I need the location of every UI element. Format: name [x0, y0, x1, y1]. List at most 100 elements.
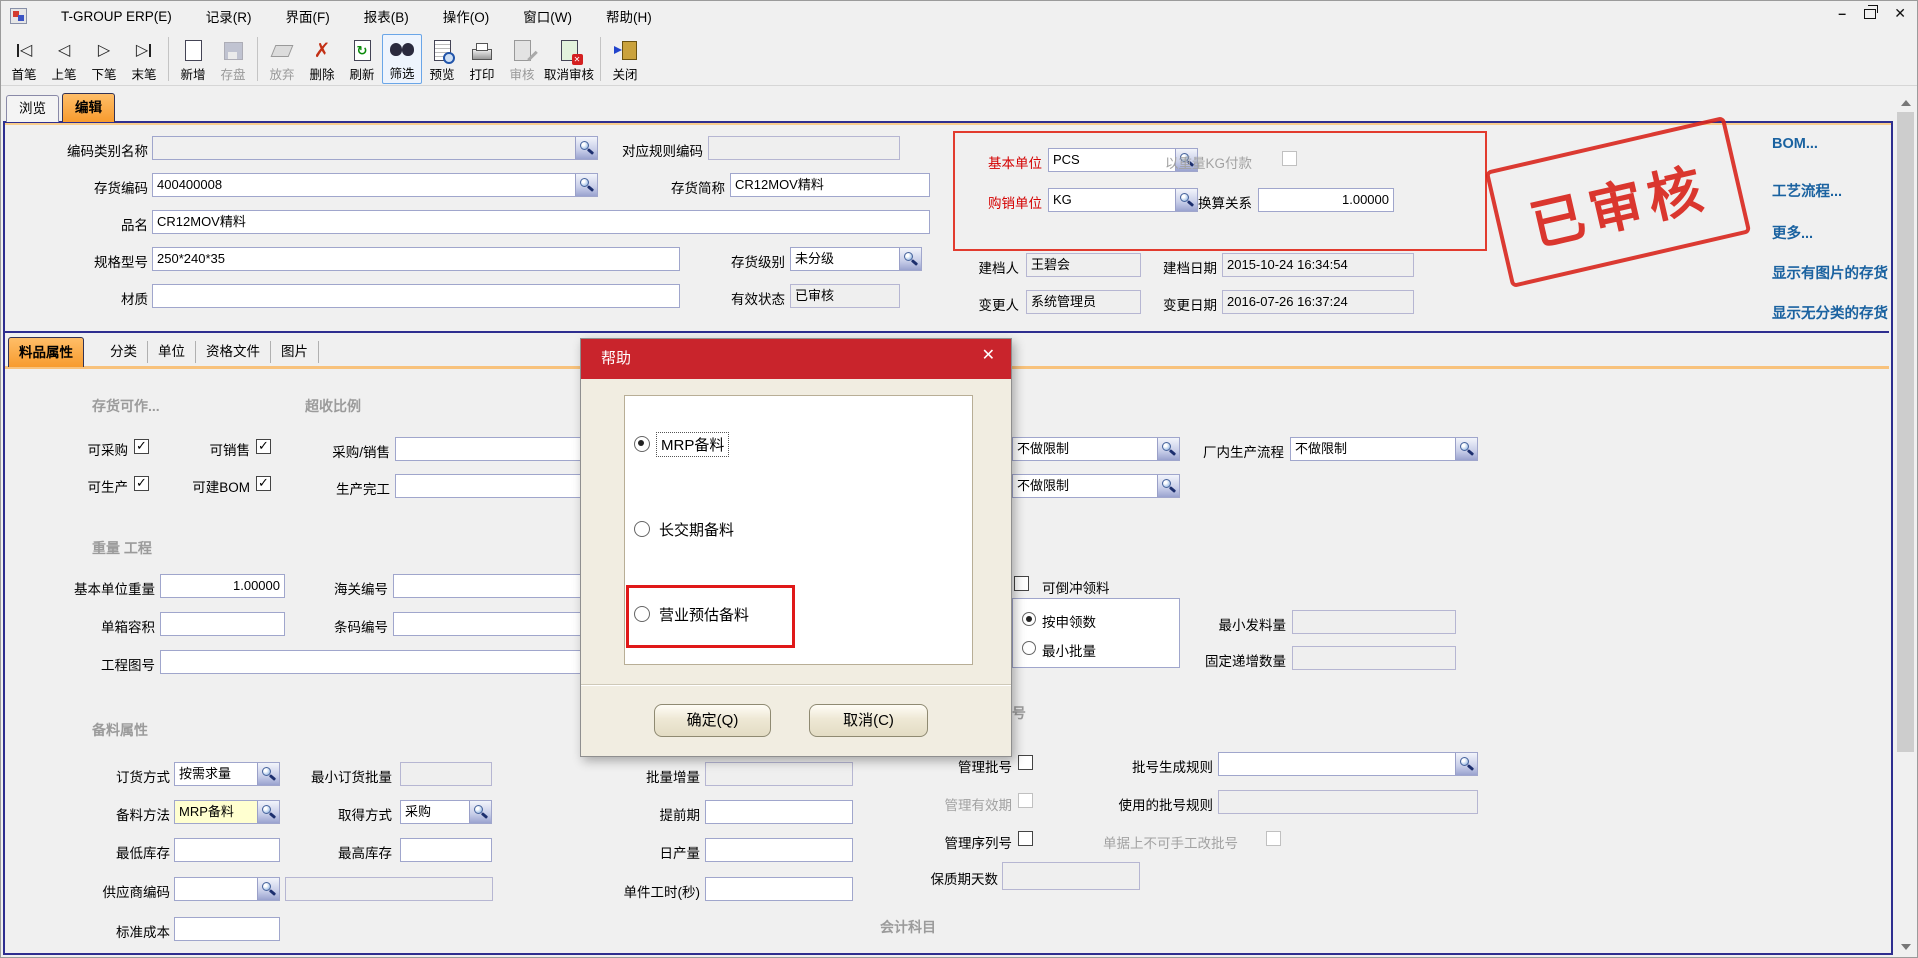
- menu-record[interactable]: 记录(R): [206, 6, 252, 26]
- dialog-close-icon[interactable]: ✕: [982, 348, 995, 364]
- by-request-radio[interactable]: [1022, 612, 1036, 626]
- unit-work-time-field[interactable]: [705, 877, 853, 901]
- max-stock-field[interactable]: [400, 838, 492, 862]
- item-short-field[interactable]: CR12MOV精料: [730, 173, 930, 197]
- min-batch-radio[interactable]: [1022, 641, 1036, 655]
- unit-weight-field[interactable]: 1.00000: [160, 574, 285, 598]
- subtab-classification[interactable]: 分类: [100, 341, 148, 363]
- mrp-prep-label[interactable]: MRP备料: [656, 432, 729, 457]
- creator-label: 建档人: [963, 257, 1019, 277]
- min-stock-field[interactable]: [174, 838, 280, 862]
- subtab-item-attributes[interactable]: 料品属性: [8, 337, 84, 367]
- ok-button[interactable]: 确定(Q): [654, 704, 771, 737]
- lookup-icon[interactable]: [1455, 438, 1477, 460]
- lookup-icon[interactable]: [257, 763, 279, 785]
- restore-icon[interactable]: [1864, 9, 1876, 19]
- lookup-icon[interactable]: [469, 801, 491, 823]
- batch-increment-field: [705, 762, 853, 786]
- supplier-code-label: 供应商编码: [80, 881, 170, 901]
- lookup-icon[interactable]: [575, 174, 597, 196]
- new-button[interactable]: 新增: [173, 34, 213, 84]
- prep-method-field[interactable]: MRP备料: [174, 800, 280, 824]
- lookup-icon[interactable]: [1157, 475, 1179, 497]
- last-record-icon: ▷: [136, 38, 152, 64]
- print-button[interactable]: 打印: [462, 34, 502, 84]
- menu-operation[interactable]: 操作(O): [443, 6, 490, 26]
- lookup-icon[interactable]: [257, 801, 279, 823]
- link-more[interactable]: 更多...: [1772, 222, 1813, 243]
- vertical-scrollbar[interactable]: [1897, 94, 1914, 955]
- option-highlight-box: [626, 585, 795, 648]
- material-field[interactable]: [152, 284, 680, 308]
- daily-output-label: 日产量: [620, 842, 700, 862]
- long-lead-prep-radio[interactable]: [634, 521, 650, 537]
- lookup-icon[interactable]: [575, 137, 597, 159]
- delete-button[interactable]: ✗ 删除: [302, 34, 342, 84]
- box-volume-field[interactable]: [160, 612, 285, 636]
- scroll-down-arrow[interactable]: [1897, 938, 1914, 955]
- item-code-field[interactable]: 400400008: [152, 173, 598, 197]
- limit2-field[interactable]: 不做限制: [1012, 474, 1180, 498]
- batch-rule-field[interactable]: [1218, 752, 1478, 776]
- scroll-up-arrow[interactable]: [1897, 94, 1914, 111]
- menu-interface[interactable]: 界面(F): [286, 6, 330, 26]
- save-button: 存盘: [213, 34, 253, 84]
- tab-browse[interactable]: 浏览: [6, 95, 59, 122]
- dialog-title-bar[interactable]: 帮助: [581, 339, 1011, 379]
- spec-field[interactable]: 250*240*35: [152, 247, 680, 271]
- preview-button[interactable]: 预览: [422, 34, 462, 84]
- item-code-label: 存货编码: [40, 177, 148, 197]
- long-lead-prep-label[interactable]: 长交期备料: [659, 519, 734, 540]
- daily-output-field[interactable]: [705, 838, 853, 862]
- next-record-button[interactable]: ▷ 下笔: [84, 34, 124, 84]
- first-record-button[interactable]: ◁ 首笔: [4, 34, 44, 84]
- prev-record-button[interactable]: ◁ 上笔: [44, 34, 84, 84]
- item-name-field[interactable]: CR12MOV精料: [152, 210, 930, 234]
- tab-edit[interactable]: 编辑: [62, 93, 115, 122]
- conversion-field[interactable]: 1.00000: [1258, 188, 1394, 212]
- order-mode-field[interactable]: 按需求量: [174, 762, 280, 786]
- menu-report[interactable]: 报表(B): [364, 6, 409, 26]
- mrp-prep-radio[interactable]: [634, 436, 650, 452]
- last-record-button[interactable]: ▷ 末笔: [124, 34, 164, 84]
- drawing-number-field[interactable]: [160, 650, 645, 674]
- sellable-checkbox[interactable]: [256, 439, 271, 454]
- menu-help[interactable]: 帮助(H): [606, 6, 652, 26]
- backflush-checkbox[interactable]: [1014, 576, 1029, 591]
- manage-batch-checkbox[interactable]: [1018, 755, 1033, 770]
- bom-allowed-checkbox[interactable]: [256, 476, 271, 491]
- lookup-icon[interactable]: [899, 248, 921, 270]
- link-bom[interactable]: BOM...: [1772, 136, 1818, 152]
- lead-time-field[interactable]: [705, 800, 853, 824]
- lookup-icon[interactable]: [257, 878, 279, 900]
- menu-tgroup-erp[interactable]: T-GROUP ERP(E): [61, 9, 172, 24]
- subtab-image[interactable]: 图片: [271, 341, 319, 363]
- level-field[interactable]: 未分级: [790, 247, 922, 271]
- menu-window[interactable]: 窗口(W): [523, 6, 572, 26]
- filter-button[interactable]: 筛选: [382, 34, 422, 84]
- close-button[interactable]: ✕: [1894, 5, 1906, 22]
- manage-serial-checkbox[interactable]: [1018, 831, 1033, 846]
- link-show-with-images[interactable]: 显示有图片的存货: [1772, 262, 1888, 283]
- factory-flow-field[interactable]: 不做限制: [1290, 437, 1478, 461]
- lookup-icon[interactable]: [1157, 438, 1179, 460]
- cancel-audit-button[interactable]: 取消审核: [542, 34, 596, 84]
- code-category-field[interactable]: [152, 136, 598, 160]
- trade-unit-field[interactable]: KG: [1048, 188, 1198, 212]
- refresh-button[interactable]: ↻ 刷新: [342, 34, 382, 84]
- link-process-flow[interactable]: 工艺流程...: [1772, 180, 1842, 201]
- acquire-mode-field[interactable]: 采购: [400, 800, 492, 824]
- minimize-button[interactable]: –: [1838, 5, 1846, 21]
- lookup-icon[interactable]: [1455, 753, 1477, 775]
- subtab-qualification[interactable]: 资格文件: [196, 341, 271, 363]
- scrollbar-thumb[interactable]: [1897, 112, 1914, 752]
- purchasable-checkbox[interactable]: [134, 439, 149, 454]
- link-show-unclassified[interactable]: 显示无分类的存货: [1772, 302, 1888, 323]
- limit1-field[interactable]: 不做限制: [1012, 437, 1180, 461]
- std-cost-field[interactable]: [174, 917, 280, 941]
- cancel-button[interactable]: 取消(C): [809, 704, 928, 737]
- producible-checkbox[interactable]: [134, 476, 149, 491]
- subtab-unit[interactable]: 单位: [148, 341, 196, 363]
- supplier-code-field[interactable]: [174, 877, 280, 901]
- close-form-button[interactable]: 关闭: [605, 34, 645, 84]
